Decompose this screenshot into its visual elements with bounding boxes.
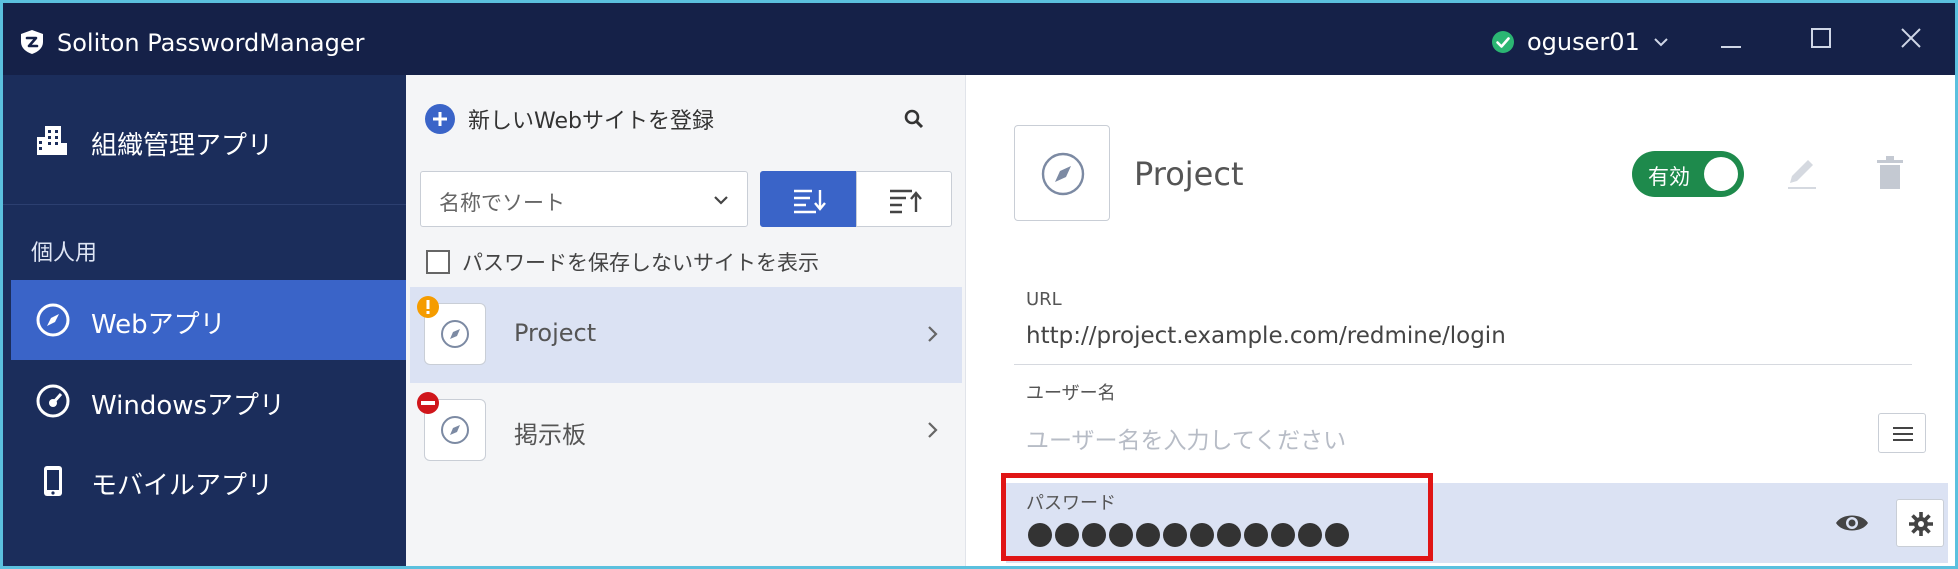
password-dot: [1190, 523, 1214, 547]
username-input[interactable]: ユーザー名を入力してください: [1026, 421, 1346, 455]
chevron-down-icon: [714, 196, 728, 205]
sort-descending-icon: [890, 189, 922, 214]
eye-icon[interactable]: [1834, 505, 1870, 541]
blocked-badge-icon: [417, 392, 439, 414]
password-generator-button[interactable]: [1896, 499, 1944, 547]
checkbox[interactable]: [426, 250, 450, 274]
toggle-knob: [1704, 157, 1738, 191]
compass-icon: [36, 303, 70, 337]
chevron-down-icon: [1654, 38, 1668, 47]
sidebar-item-label: 組織管理アプリ: [91, 131, 274, 161]
password-label: パスワード: [1026, 493, 1116, 514]
warning-badge-icon: [417, 296, 439, 318]
menu-icon: [1893, 427, 1913, 441]
building-icon: [37, 126, 67, 155]
add-website-button[interactable]: 新しいWebサイトを登録: [424, 101, 714, 137]
minimize-button[interactable]: [1711, 21, 1751, 57]
user-name: oguser01: [1527, 28, 1640, 56]
gauge-icon: [36, 384, 70, 418]
check-circle-icon: [1492, 31, 1514, 53]
search-icon[interactable]: [902, 107, 926, 131]
chevron-right-icon: [928, 422, 938, 438]
sidebar-item-mobile-apps[interactable]: モバイルアプリ: [11, 441, 406, 521]
password-dot: [1028, 523, 1052, 547]
enabled-toggle[interactable]: 有効: [1632, 151, 1744, 197]
sort-select[interactable]: 名称でソート: [420, 171, 748, 227]
password-field[interactable]: パスワード: [1006, 483, 1948, 563]
sidebar-item-label: Webアプリ: [91, 310, 226, 340]
add-website-label: 新しいWebサイトを登録: [468, 109, 714, 134]
site-detail-panel: Project 有効 URL http://project.example.co…: [966, 75, 1955, 566]
sort-ascending-button[interactable]: [760, 171, 856, 227]
password-dot: [1109, 523, 1133, 547]
compass-icon: [441, 416, 469, 444]
app-window: Soliton PasswordManager oguser01 組織管理アプリ…: [0, 0, 1958, 569]
sidebar-item-org-apps[interactable]: 組織管理アプリ: [3, 75, 406, 205]
title-bar: Soliton PasswordManager oguser01: [3, 3, 1955, 75]
password-dot: [1244, 523, 1268, 547]
close-button[interactable]: [1891, 21, 1931, 57]
sidebar-item-web-apps[interactable]: Webアプリ: [11, 280, 406, 360]
user-menu[interactable]: oguser01: [1491, 27, 1670, 57]
plus-circle-icon: [425, 104, 455, 134]
password-dot: [1217, 523, 1241, 547]
password-dot: [1271, 523, 1295, 547]
site-list-item[interactable]: Project: [410, 287, 962, 383]
site-name: 掲示板: [514, 421, 586, 449]
username-menu-button[interactable]: [1878, 413, 1926, 453]
site-name: Project: [514, 319, 597, 347]
sidebar-section-personal: 個人用: [31, 241, 98, 266]
sidebar-item-windows-apps[interactable]: Windowsアプリ: [11, 361, 406, 441]
password-dot: [1298, 523, 1322, 547]
sort-descending-button[interactable]: [856, 171, 952, 227]
maximize-button[interactable]: [1801, 21, 1841, 57]
site-list-panel: 新しいWebサイトを登録 名称でソート パスワードを保存しないサイトを表示 Pr…: [406, 75, 966, 566]
url-label: URL: [1026, 289, 1062, 310]
password-dot: [1163, 523, 1187, 547]
password-dot: [1325, 523, 1349, 547]
sort-select-value: 名称でソート: [439, 191, 565, 215]
edit-pencil-icon[interactable]: [1784, 155, 1820, 191]
url-field[interactable]: URL http://project.example.com/redmine/l…: [1014, 281, 1912, 365]
sidebar: 組織管理アプリ 個人用 Webアプリ Windowsアプリ モバイルアプリ: [3, 75, 406, 566]
mobile-icon: [44, 466, 62, 496]
site-list-item[interactable]: 掲示板: [410, 383, 962, 479]
url-value: http://project.example.com/redmine/login: [1026, 323, 1506, 349]
site-title: Project: [1134, 155, 1244, 193]
site-icon-tile: [1014, 125, 1110, 221]
sidebar-item-label: Windowsアプリ: [91, 391, 286, 421]
gear-icon: [1909, 512, 1933, 536]
password-masked-value: [1028, 523, 1352, 555]
compass-icon: [441, 320, 469, 348]
chevron-right-icon: [928, 326, 938, 342]
password-dot: [1136, 523, 1160, 547]
username-field[interactable]: ユーザー名 ユーザー名を入力してください: [1014, 371, 1912, 459]
app-title: Soliton PasswordManager: [57, 29, 365, 57]
password-dot: [1082, 523, 1106, 547]
show-no-password-sites-checkbox[interactable]: パスワードを保存しないサイトを表示: [426, 247, 819, 277]
sort-ascending-icon: [794, 189, 826, 214]
toggle-label: 有効: [1648, 165, 1690, 189]
sidebar-item-label: モバイルアプリ: [91, 471, 274, 501]
password-dot: [1055, 523, 1079, 547]
compass-icon: [1041, 152, 1085, 196]
checkbox-label: パスワードを保存しないサイトを表示: [462, 251, 819, 275]
username-label: ユーザー名: [1026, 383, 1116, 404]
app-logo-icon: [21, 30, 43, 54]
trash-icon[interactable]: [1874, 155, 1906, 191]
